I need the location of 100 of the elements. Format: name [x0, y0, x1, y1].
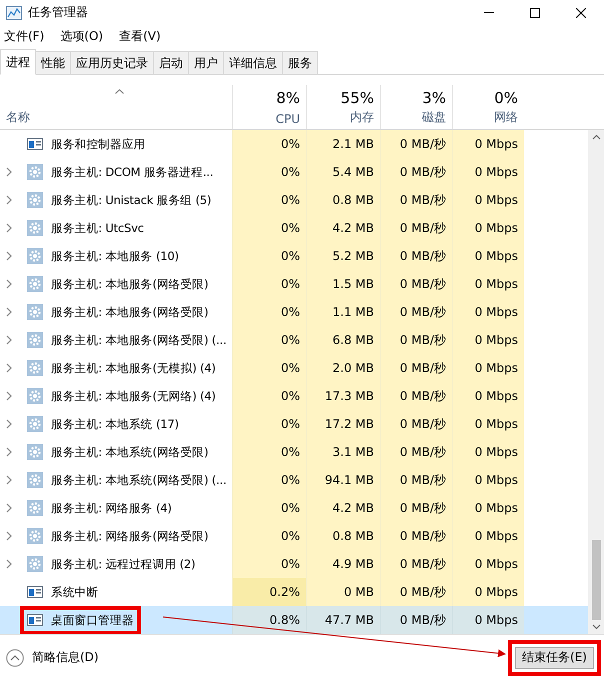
table-cell: 5.4 MB — [306, 158, 380, 186]
scroll-up-icon[interactable] — [592, 134, 600, 140]
column-header[interactable]: 内存 — [350, 109, 374, 126]
usage-percent: 55% — [340, 89, 374, 107]
expand-chevron-icon[interactable] — [6, 279, 13, 289]
tab[interactable]: 详细信息 — [223, 51, 283, 74]
table-cell: 0 Mbps — [452, 186, 524, 214]
process-name: 服务主机: UtcSvc — [51, 220, 144, 236]
process-row[interactable]: 服务主机: 本地系统(网络受限) (... 0% 94.1 MB 0 MB/秒 0 Mbps — [0, 466, 588, 494]
table-cell: 0 MB/秒 — [380, 578, 452, 606]
usage-percent: 0% — [494, 89, 518, 107]
table-cell: 0% — [232, 522, 306, 550]
menu-item[interactable]: 查看(V) — [119, 28, 161, 45]
table-cell: 6.8 MB — [306, 326, 380, 354]
expand-chevron-icon[interactable] — [6, 447, 13, 457]
menu-item[interactable]: 文件(F) — [4, 28, 44, 45]
tab[interactable]: 进程 — [0, 49, 36, 75]
process-name: 服务主机: 网络服务 (4) — [51, 500, 172, 516]
gear-icon — [27, 388, 43, 404]
process-row[interactable]: 服务主机: 本地服务 (10) 0% 5.2 MB 0 MB/秒 0 Mbps — [0, 242, 588, 270]
process-row[interactable]: 服务主机: DCOM 服务器进程... 0% 5.4 MB 0 MB/秒 0 Mbps — [0, 158, 588, 186]
expand-chevron-icon[interactable] — [6, 335, 13, 345]
table-cell: 0 MB/秒 — [380, 410, 452, 438]
expand-chevron-icon[interactable] — [6, 419, 13, 429]
tab[interactable]: 应用历史记录 — [70, 51, 154, 74]
gear-icon — [27, 164, 43, 180]
process-row[interactable]: 服务和控制器应用 0% 2.1 MB 0 MB/秒 0 Mbps — [0, 130, 588, 158]
table-cell: 0 MB/秒 — [380, 382, 452, 410]
column-header[interactable]: 磁盘 — [422, 109, 446, 126]
expand-chevron-icon[interactable] — [6, 223, 13, 233]
table-cell: 0 MB/秒 — [380, 354, 452, 382]
table-cell: 0.8% — [232, 606, 306, 634]
table-cell: 0% — [232, 354, 306, 382]
table-cell: 0 MB/秒 — [380, 186, 452, 214]
expand-chevron-icon[interactable] — [6, 531, 13, 541]
table-cell: 17.2 MB — [306, 410, 380, 438]
sort-caret-icon[interactable] — [114, 89, 124, 94]
tab[interactable]: 性能 — [35, 51, 71, 74]
table-cell: 0.8 MB — [306, 522, 380, 550]
process-row[interactable]: 服务主机: 本地系统(网络受限) 0% 3.1 MB 0 MB/秒 0 Mbps — [0, 438, 588, 466]
table-cell: 0.8 MB — [306, 186, 380, 214]
gear-icon — [27, 220, 43, 236]
process-row[interactable]: 服务主机: 本地服务(网络受限) (... 0% 6.8 MB 0 MB/秒 0 Mbps — [0, 326, 588, 354]
expand-chevron-icon[interactable] — [6, 363, 13, 373]
tab[interactable]: 用户 — [188, 51, 224, 74]
process-row[interactable]: 服务主机: 本地服务(网络受限) 0% 1.1 MB 0 MB/秒 0 Mbps — [0, 298, 588, 326]
expand-chevron-icon[interactable] — [6, 307, 13, 317]
process-name: 服务主机: 本地系统(网络受限) — [51, 444, 208, 460]
table-cell: 0 Mbps — [452, 382, 524, 410]
expand-chevron-icon[interactable] — [6, 559, 13, 569]
process-row[interactable]: 服务主机: 网络服务(网络受限) 0% 0.8 MB 0 MB/秒 0 Mbps — [0, 522, 588, 550]
expand-chevron-icon[interactable] — [6, 195, 13, 205]
table-cell: 0% — [232, 158, 306, 186]
process-row[interactable]: 桌面窗口管理器 0.8% 47.7 MB 0 MB/秒 0 Mbps — [0, 606, 588, 634]
process-row[interactable]: 系统中断 0.2% 0 MB 0 MB/秒 0 Mbps — [0, 578, 588, 606]
process-name: 系统中断 — [51, 584, 98, 600]
expand-chevron-icon[interactable] — [6, 251, 13, 261]
column-header[interactable]: CPU — [276, 112, 300, 126]
end-task-button[interactable]: 结束任务(E) — [515, 646, 594, 668]
tab[interactable]: 服务 — [282, 51, 318, 74]
process-name: 服务主机: 远程过程调用 (2) — [51, 556, 196, 572]
table-cell: 0 Mbps — [452, 298, 524, 326]
column-header[interactable]: 网络 — [494, 109, 518, 126]
table-cell: 0 MB/秒 — [380, 466, 452, 494]
process-row[interactable]: 服务主机: 本地服务(网络受限) 0% 1.5 MB 0 MB/秒 0 Mbps — [0, 270, 588, 298]
gear-icon — [27, 500, 43, 516]
expand-chevron-icon[interactable] — [6, 391, 13, 401]
gear-icon — [27, 192, 43, 208]
table-cell: 0 MB/秒 — [380, 298, 452, 326]
expand-chevron-icon[interactable] — [6, 475, 13, 485]
window-title: 任务管理器 — [28, 4, 89, 21]
process-name: 服务主机: 本地服务 (10) — [51, 248, 179, 264]
table-cell: 0 Mbps — [452, 242, 524, 270]
column-header[interactable]: 名称 — [6, 109, 30, 126]
minimize-icon — [484, 12, 494, 13]
fewer-details-button[interactable]: 简略信息(D) — [6, 648, 99, 666]
expand-chevron-icon[interactable] — [6, 503, 13, 513]
process-name: 服务主机: 本地服务(网络受限) — [51, 304, 208, 320]
table-cell: 0 Mbps — [452, 410, 524, 438]
process-row[interactable]: 服务主机: UtcSvc 0% 4.2 MB 0 MB/秒 0 Mbps — [0, 214, 588, 242]
gear-icon — [27, 276, 43, 292]
process-row[interactable]: 服务主机: 远程过程调用 (2) 0% 4.9 MB 0 MB/秒 0 Mbps — [0, 550, 588, 578]
process-name: 服务主机: 本地服务(网络受限) — [51, 276, 208, 292]
process-row[interactable]: 服务主机: 网络服务 (4) 0% 4.2 MB 0 MB/秒 0 Mbps — [0, 494, 588, 522]
process-row[interactable]: 服务主机: Unistack 服务组 (5) 0% 0.8 MB 0 MB/秒 0 Mbps — [0, 186, 588, 214]
table-cell: 4.2 MB — [306, 214, 380, 242]
scroll-down-icon[interactable] — [592, 624, 600, 630]
table-cell: 0 MB — [306, 578, 380, 606]
process-row[interactable]: 服务主机: 本地服务(无网络) (4) 0% 17.3 MB 0 MB/秒 0 Mbps — [0, 382, 588, 410]
expand-chevron-icon[interactable] — [6, 167, 13, 177]
table-cell: 47.7 MB — [306, 606, 380, 634]
menu-item[interactable]: 选项(O) — [60, 28, 104, 45]
tab[interactable]: 启动 — [153, 51, 189, 74]
process-row[interactable]: 服务主机: 本地服务(无模拟) (4) 0% 2.0 MB 0 MB/秒 0 Mbps — [0, 354, 588, 382]
scrollbar-thumb[interactable] — [592, 540, 600, 620]
table-cell: 0% — [232, 270, 306, 298]
scrollbar[interactable] — [588, 130, 604, 634]
process-row[interactable]: 服务主机: 本地系统 (17) 0% 17.2 MB 0 MB/秒 0 Mbps — [0, 410, 588, 438]
gear-icon — [27, 416, 43, 432]
table-cell: 0 Mbps — [452, 326, 524, 354]
